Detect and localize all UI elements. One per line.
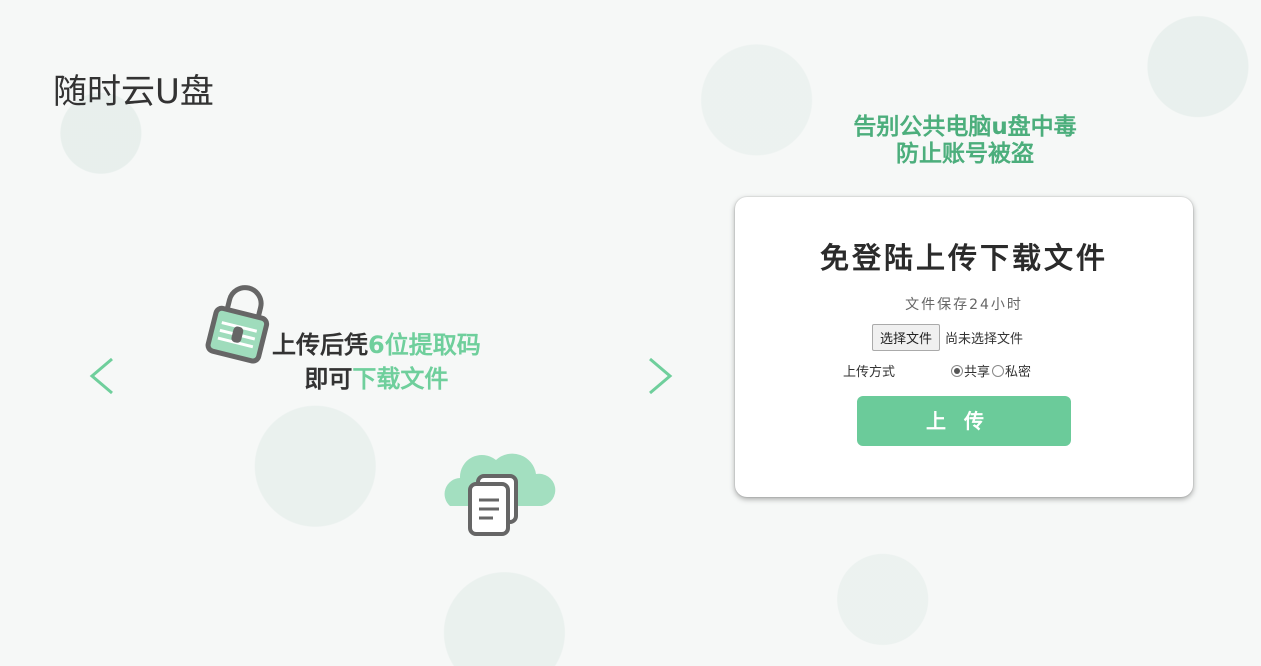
chevron-left-icon[interactable] <box>88 356 118 396</box>
file-picker: 选择文件 尚未选择文件 <box>872 324 1023 351</box>
promo-line2: 防止账号被盗 <box>896 141 1034 167</box>
private-radio-label[interactable]: 私密 <box>1005 361 1031 380</box>
slide-line2-prefix: 即可 <box>304 365 353 393</box>
upload-mode-row: 上传方式 共享 私密 <box>843 361 1083 381</box>
slide-caption-line2: 即可下载文件 <box>272 362 481 396</box>
upload-card: 免登陆上传下载文件 文件保存24小时 选择文件 尚未选择文件 上传方式 共享 私… <box>735 197 1193 497</box>
slide-caption-line1: 上传后凭6位提取码 <box>272 328 481 362</box>
upload-button[interactable]: 上传 <box>857 396 1071 446</box>
file-status-text: 尚未选择文件 <box>945 332 1024 347</box>
padlock-icon <box>205 285 270 364</box>
choose-file-button[interactable]: 选择文件 <box>872 324 941 351</box>
upload-mode-options: 共享 私密 <box>951 361 1033 380</box>
cloud-files-icon <box>444 453 556 536</box>
slide-line1-prefix: 上传后凭 <box>272 331 368 359</box>
promo-headline: 告别公共电脑u盘中毒 防止账号被盗 <box>820 114 1110 168</box>
site-title: 随时云U盘 <box>53 72 214 112</box>
card-title: 免登陆上传下载文件 <box>819 241 1108 275</box>
chevron-right-icon[interactable] <box>644 356 674 396</box>
private-radio[interactable] <box>992 364 1005 377</box>
slide-caption: 上传后凭6位提取码 即可下载文件 <box>272 328 481 396</box>
share-radio[interactable] <box>951 364 963 377</box>
slide-line2-accent: 下载文件 <box>352 365 449 393</box>
retention-note: 文件保存24小时 <box>905 297 1023 313</box>
slide-line1-accent: 6位提取码 <box>368 331 481 359</box>
promo-line1: 告别公共电脑u盘中毒 <box>853 114 1077 140</box>
share-radio-label[interactable]: 共享 <box>964 361 990 380</box>
upload-mode-label: 上传方式 <box>843 365 896 380</box>
